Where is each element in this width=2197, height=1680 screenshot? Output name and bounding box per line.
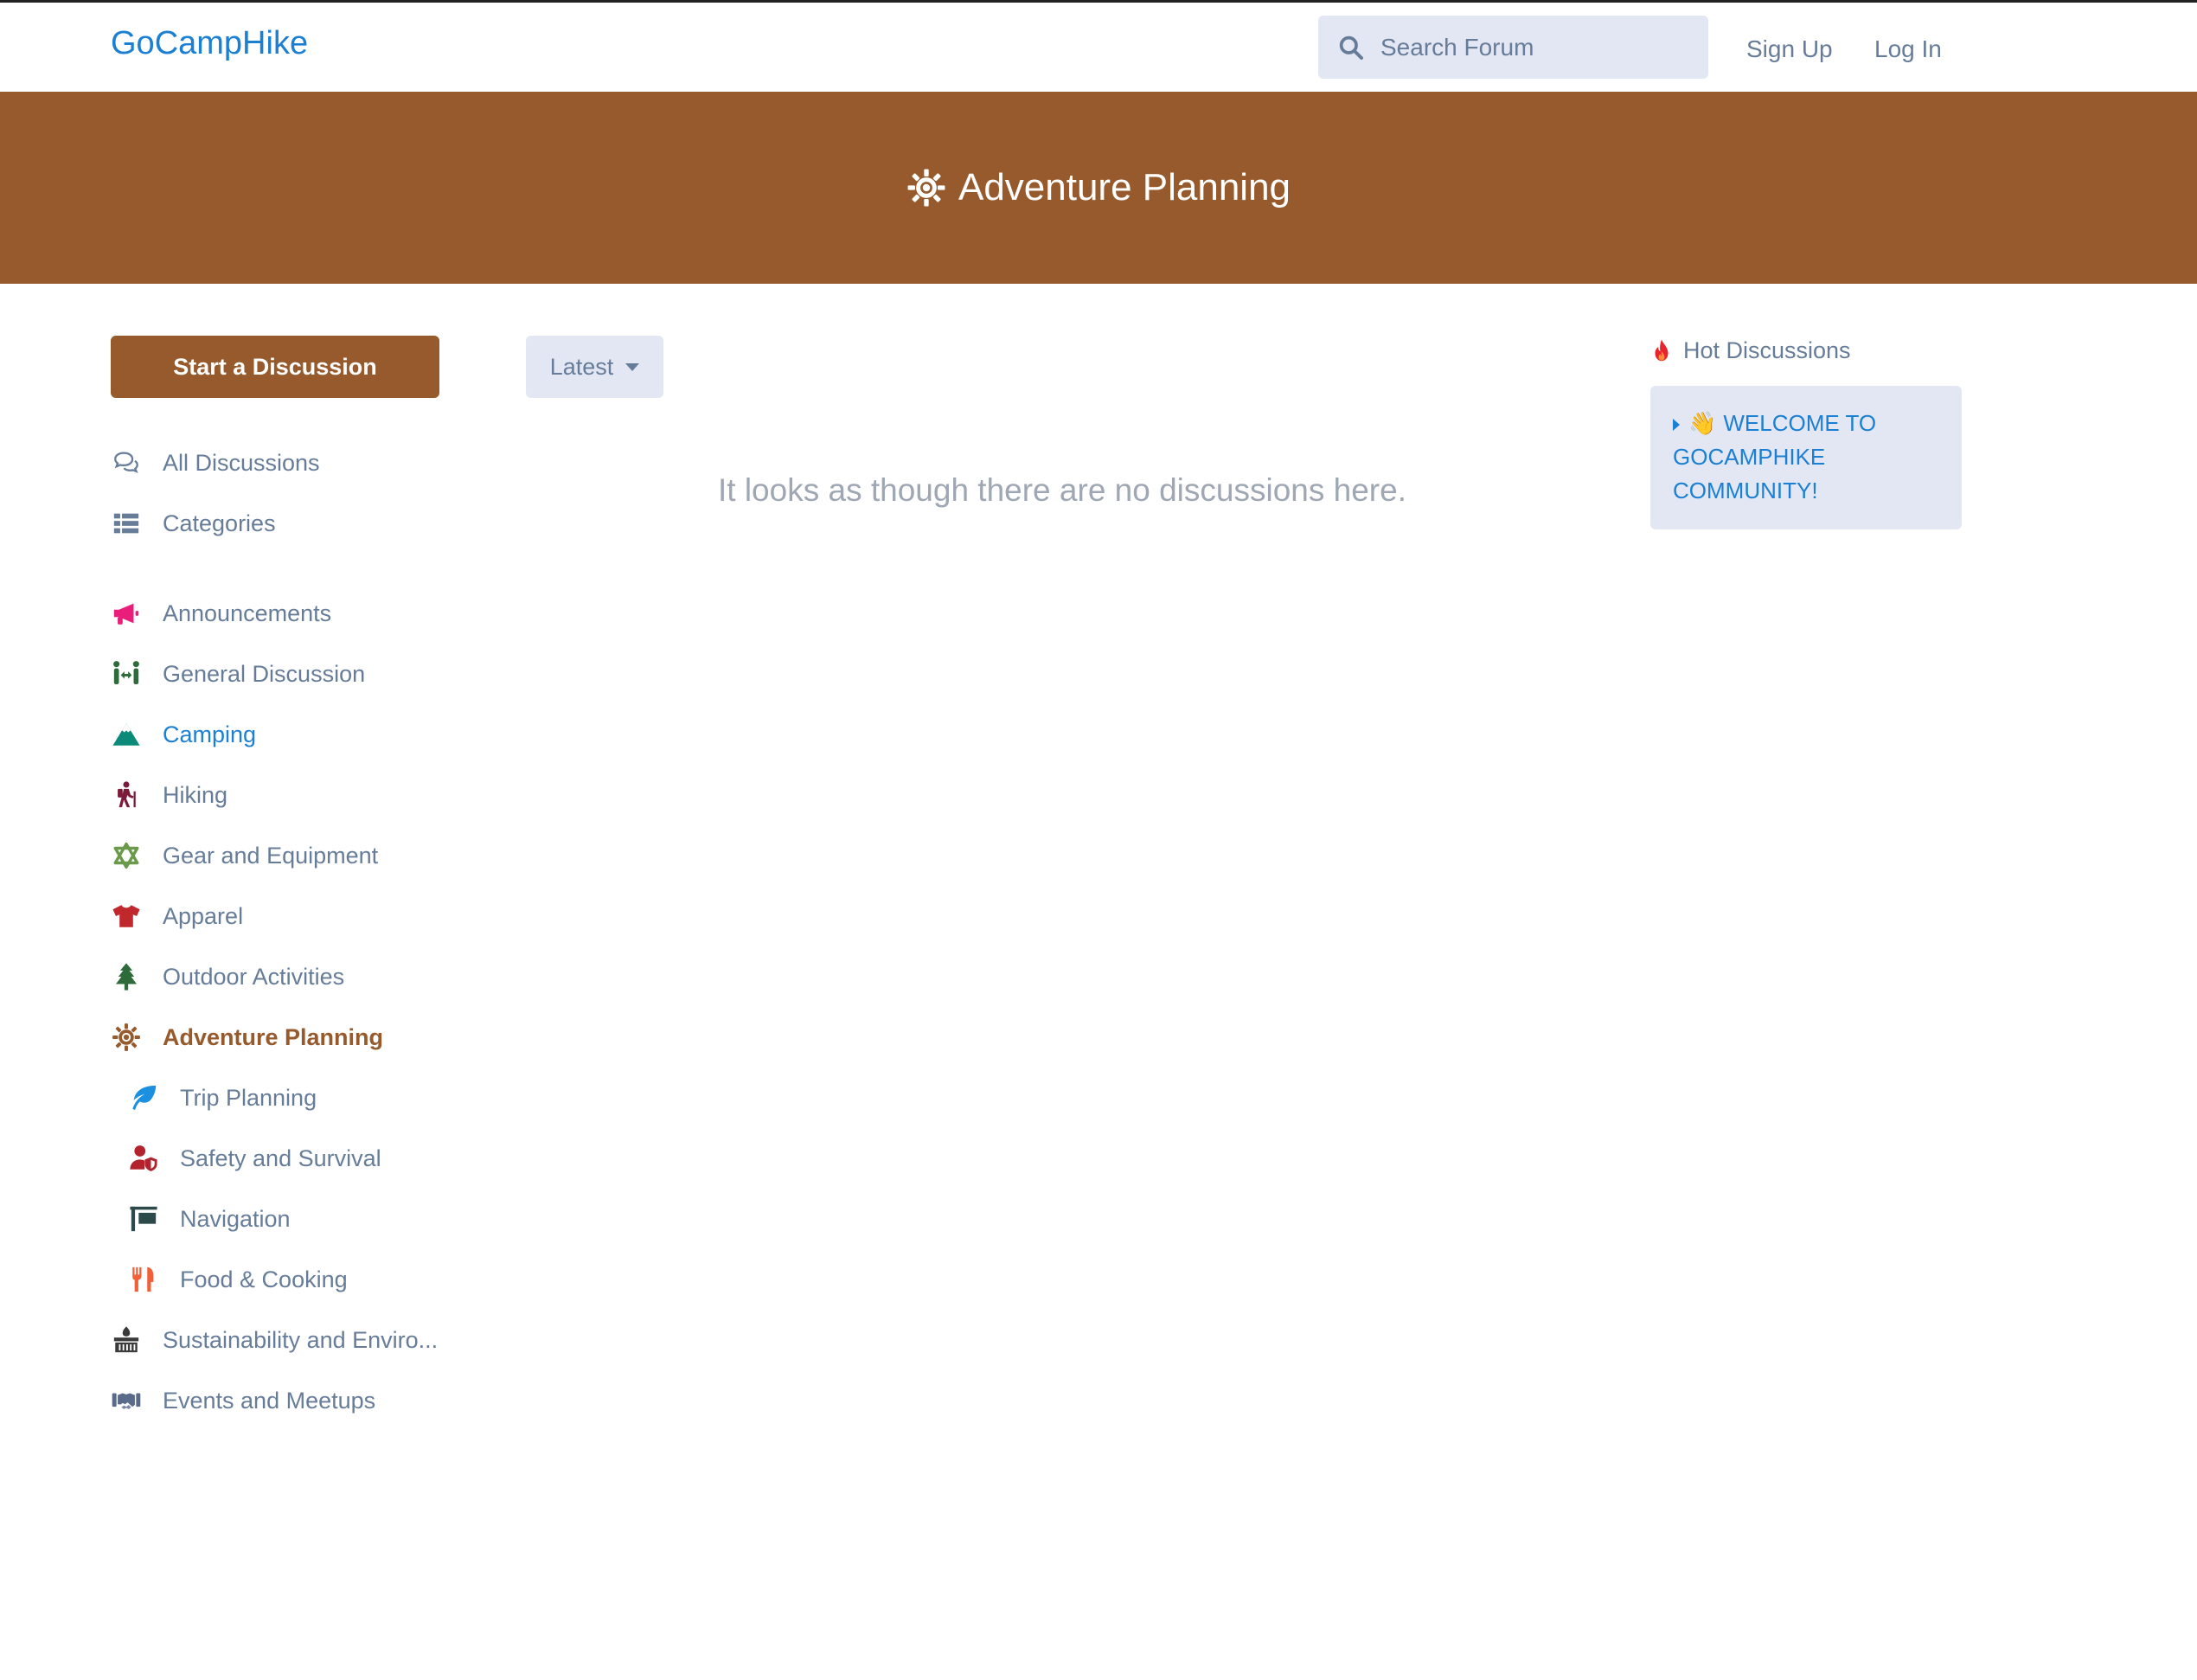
header: GoCampHike Search Forum Sign Up Log In bbox=[0, 3, 2197, 92]
hero-title: Adventure Planning bbox=[958, 166, 1291, 208]
caret-down-icon bbox=[625, 362, 640, 371]
sidebar-item-hiking[interactable]: Hiking bbox=[111, 780, 227, 810]
people-arrows-icon bbox=[111, 659, 142, 689]
sidebar-item-label: Announcements bbox=[163, 600, 332, 626]
hot-discussions-title: Hot Discussions bbox=[1683, 337, 1851, 363]
sidebar-item-adventure-planning[interactable]: Adventure Planning bbox=[111, 1023, 383, 1052]
sidebar-item-label: Events and Meetups bbox=[163, 1387, 376, 1414]
sidebar-item-food-and-cooking[interactable]: Food & Cooking bbox=[128, 1265, 348, 1294]
sidebar-item-sustainability[interactable]: Sustainability and Enviro... bbox=[111, 1325, 438, 1355]
sidebar-item-label: Sustainability and Enviro... bbox=[163, 1326, 439, 1353]
gear-icon bbox=[111, 1023, 142, 1052]
sidebar-item-label: Camping bbox=[163, 721, 257, 747]
waving-hand-emoji: 👋 bbox=[1688, 410, 1717, 436]
sidebar-item-label: Apparel bbox=[163, 902, 244, 929]
hot-discussion-item[interactable]: 👋 Welcome to GoCampHike Community! bbox=[1673, 407, 1939, 508]
search-input[interactable]: Search Forum bbox=[1318, 16, 1708, 79]
hiker-icon bbox=[111, 780, 142, 810]
sidebar-item-camping[interactable]: Camping bbox=[111, 720, 256, 749]
sidebar-item-events-and-meetups[interactable]: Events and Meetups bbox=[111, 1386, 375, 1415]
handshake-icon bbox=[111, 1386, 142, 1415]
sort-dropdown[interactable]: Latest bbox=[526, 336, 663, 398]
sidebar-item-navigation[interactable]: Navigation bbox=[128, 1204, 291, 1234]
megaphone-icon bbox=[111, 599, 142, 628]
brand-logo[interactable]: GoCampHike bbox=[111, 25, 308, 62]
hero-banner: Adventure Planning bbox=[0, 92, 2197, 284]
sidebar-item-label: General Discussion bbox=[163, 660, 366, 687]
sidebar-item-all-discussions[interactable]: All Discussions bbox=[111, 448, 320, 478]
sidebar-item-label: Categories bbox=[163, 510, 276, 536]
sidebar-item-label: All Discussions bbox=[163, 449, 320, 476]
utensils-icon bbox=[128, 1265, 159, 1294]
search-placeholder: Search Forum bbox=[1380, 33, 1534, 61]
dumpster-fire-icon bbox=[111, 1325, 142, 1355]
shirt-icon bbox=[111, 901, 142, 931]
fire-icon bbox=[1655, 338, 1669, 361]
start-discussion-button[interactable]: Start a Discussion bbox=[111, 336, 439, 398]
sort-dropdown-label: Latest bbox=[549, 353, 614, 380]
sidebar-item-label: Adventure Planning bbox=[163, 1023, 384, 1050]
caret-right-icon bbox=[1673, 419, 1680, 432]
log-in-link[interactable]: Log In bbox=[1874, 35, 1942, 63]
star-of-david-icon bbox=[111, 841, 142, 870]
sidebar-item-outdoor-activities[interactable]: Outdoor Activities bbox=[111, 962, 344, 991]
hot-discussions-list: 👋 Welcome to GoCampHike Community! bbox=[1650, 386, 1962, 529]
signpost-icon bbox=[128, 1204, 159, 1234]
search-icon bbox=[1339, 35, 1363, 60]
comments-icon bbox=[111, 448, 142, 478]
sidebar-item-label: Navigation bbox=[180, 1205, 291, 1232]
sidebar-item-gear-and-equipment[interactable]: Gear and Equipment bbox=[111, 841, 378, 870]
gear-icon bbox=[907, 169, 945, 207]
sidebar-item-announcements[interactable]: Announcements bbox=[111, 599, 331, 628]
tree-icon bbox=[111, 962, 142, 991]
sidebar-item-label: Hiking bbox=[163, 781, 228, 808]
hot-discussions-heading: Hot Discussions bbox=[1650, 337, 1851, 364]
sidebar-item-apparel[interactable]: Apparel bbox=[111, 901, 243, 931]
sidebar-item-label: Trip Planning bbox=[180, 1084, 317, 1111]
user-shield-icon bbox=[128, 1144, 159, 1173]
sidebar-item-trip-planning[interactable]: Trip Planning bbox=[128, 1083, 317, 1113]
mountain-icon bbox=[111, 720, 142, 749]
sidebar-item-categories[interactable]: Categories bbox=[111, 509, 276, 538]
sidebar-item-safety-and-survival[interactable]: Safety and Survival bbox=[128, 1144, 381, 1173]
sidebar-item-general-discussion[interactable]: General Discussion bbox=[111, 659, 365, 689]
sidebar-item-label: Safety and Survival bbox=[180, 1145, 381, 1171]
hero-title-group: Adventure Planning bbox=[906, 166, 1291, 209]
leaf-icon bbox=[128, 1083, 159, 1113]
sidebar-item-label: Food & Cooking bbox=[180, 1266, 348, 1292]
sidebar-item-label: Outdoor Activities bbox=[163, 963, 345, 990]
sign-up-link[interactable]: Sign Up bbox=[1746, 35, 1833, 63]
list-icon bbox=[111, 509, 142, 538]
empty-state-message: It looks as though there are no discussi… bbox=[718, 472, 1406, 508]
sidebar-item-label: Gear and Equipment bbox=[163, 842, 379, 869]
